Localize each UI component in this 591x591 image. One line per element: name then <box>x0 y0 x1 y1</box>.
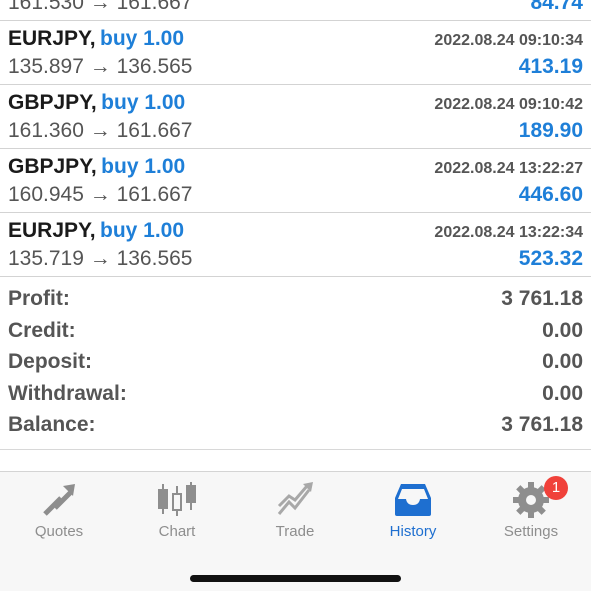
summary-value: 0.00 <box>542 350 583 373</box>
summary-row-profit: Profit: 3 761.18 <box>0 285 591 317</box>
deal-prices: 160.945 → 161.667 <box>8 183 193 206</box>
tab-label: Trade <box>275 523 315 540</box>
summary-label: Profit: <box>8 287 70 310</box>
deal-time: 2022.08.24 09:10:42 <box>434 96 583 113</box>
summary-label: Withdrawal: <box>8 381 127 405</box>
deal-row[interactable]: GBPJPY, buy 1.00 2022.08.24 09:10:42 161… <box>0 85 591 149</box>
summary-label: Balance: <box>8 413 96 436</box>
tab-label: Quotes <box>34 523 84 540</box>
deal-profit: 189.90 <box>518 119 583 142</box>
deal-profit: 523.32 <box>518 247 583 270</box>
candlestick-chart-icon <box>157 480 197 520</box>
deal-side: buy 1.00 <box>101 155 186 178</box>
quotes-arrows-icon <box>39 480 79 520</box>
deal-side: buy 1.00 <box>100 27 185 50</box>
tab-history[interactable]: History <box>354 480 472 550</box>
deal-prices: 161.530 → 161.667 <box>8 0 193 14</box>
summary-label: Credit: <box>8 318 76 342</box>
deal-side: buy 1.00 <box>101 91 186 114</box>
history-screen: 161.530 → 161.667 84.74 EURJPY, buy 1.00… <box>0 0 591 591</box>
summary-value: 3 761.18 <box>501 287 583 310</box>
deal-row[interactable]: GBPJPY, buy 1.00 2022.08.24 13:22:27 160… <box>0 149 591 213</box>
summary-row-credit: Credit: 0.00 <box>0 317 591 349</box>
summary-label: Deposit: <box>8 350 92 373</box>
summary-value: 3 761.18 <box>501 413 583 436</box>
summary-value: 0.00 <box>542 318 583 342</box>
summary-value: 0.00 <box>542 381 583 405</box>
history-tray-icon <box>393 480 433 520</box>
deal-side: buy 1.00 <box>100 219 185 242</box>
deal-prices: 161.360 → 161.667 <box>8 119 193 142</box>
summary-divider <box>0 449 591 450</box>
tab-chart[interactable]: Chart <box>118 480 236 550</box>
tab-label: Settings <box>503 523 559 540</box>
home-indicator[interactable] <box>190 575 401 582</box>
tab-trade[interactable]: Trade <box>236 480 354 550</box>
deal-time: 2022.08.24 09:10:34 <box>434 32 583 49</box>
deal-profit: 84.74 <box>530 0 583 14</box>
trade-zigzag-icon <box>275 480 315 520</box>
deal-prices: 135.719 → 136.565 <box>8 247 193 270</box>
tab-label: Chart <box>158 523 196 540</box>
deal-time: 2022.08.24 13:22:34 <box>434 224 583 241</box>
deal-row[interactable]: EURJPY, buy 1.00 2022.08.24 13:22:34 135… <box>0 213 591 277</box>
bottom-tab-bar: Quotes Chart Trade History 1 Settings <box>0 471 591 591</box>
notification-badge: 1 <box>544 476 568 500</box>
deal-time: 2022.08.24 13:22:27 <box>434 160 583 177</box>
summary-row-balance: Balance: 3 761.18 <box>0 411 591 443</box>
deal-profit: 413.19 <box>518 55 583 78</box>
tab-label: History <box>389 523 437 540</box>
summary-row-deposit: Deposit: 0.00 <box>0 348 591 380</box>
account-summary: Profit: 3 761.18 Credit: 0.00 Deposit: 0… <box>0 285 591 443</box>
tab-quotes[interactable]: Quotes <box>0 480 118 550</box>
deal-profit: 446.60 <box>518 183 583 206</box>
summary-row-withdrawal: Withdrawal: 0.00 <box>0 380 591 412</box>
deal-row[interactable]: EURJPY, buy 1.00 2022.08.24 09:10:34 135… <box>0 21 591 85</box>
deal-row-partial[interactable]: 161.530 → 161.667 84.74 <box>0 0 591 21</box>
deal-prices: 135.897 → 136.565 <box>8 55 193 78</box>
tab-settings[interactable]: 1 Settings <box>472 476 590 550</box>
deal-symbol: EURJPY, <box>8 27 96 50</box>
deal-symbol: EURJPY, <box>8 219 96 242</box>
deal-symbol: GBPJPY, <box>8 155 97 178</box>
deal-symbol: GBPJPY, <box>8 91 97 114</box>
